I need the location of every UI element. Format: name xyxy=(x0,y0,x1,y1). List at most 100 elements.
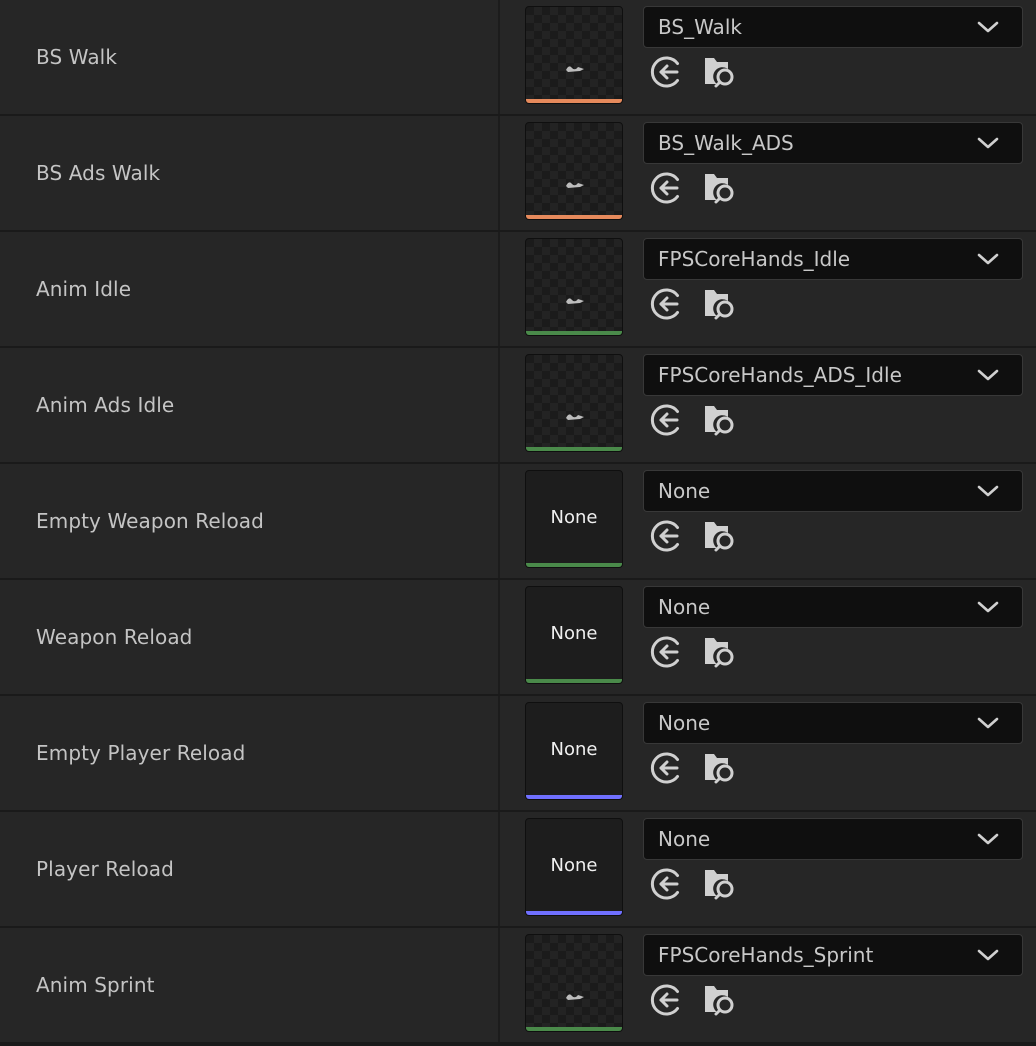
asset-picker-combo[interactable]: None xyxy=(643,818,1023,860)
folder-search-icon xyxy=(705,522,734,552)
asset-thumbnail[interactable] xyxy=(525,122,623,220)
use-selected-asset-button[interactable] xyxy=(648,748,686,788)
property-row: BS Walk BS_Walk xyxy=(0,0,1036,114)
browse-to-asset-button[interactable] xyxy=(700,52,738,92)
property-name-cell: Anim Ads Idle xyxy=(0,348,498,462)
asset-thumbnail[interactable]: None xyxy=(525,702,623,800)
column-splitter[interactable] xyxy=(498,812,500,926)
asset-thumbnail[interactable]: None xyxy=(525,586,623,684)
property-row: Weapon Reload None None xyxy=(0,580,1036,694)
column-splitter[interactable] xyxy=(498,928,500,1042)
column-splitter[interactable] xyxy=(498,580,500,694)
property-label: Empty Player Reload xyxy=(36,741,246,765)
asset-thumbnail[interactable] xyxy=(525,354,623,452)
property-label: Empty Weapon Reload xyxy=(36,509,264,533)
property-row: Anim Idle FPSCoreHands_Idle xyxy=(0,232,1036,346)
column-splitter[interactable] xyxy=(498,232,500,346)
asset-thumbnail[interactable] xyxy=(525,6,623,104)
arrow-left-circle-icon xyxy=(650,984,679,1016)
asset-thumbnail[interactable]: None xyxy=(525,818,623,916)
chevron-down-icon xyxy=(977,717,999,729)
asset-picker-combo[interactable]: BS_Walk_ADS xyxy=(643,122,1023,164)
browse-to-asset-button[interactable] xyxy=(700,864,738,904)
asset-picker-combo[interactable]: None xyxy=(643,586,1023,628)
chevron-down-icon xyxy=(977,137,999,149)
asset-picker-value: None xyxy=(658,479,711,503)
arrow-left-circle-icon xyxy=(650,56,679,88)
arrow-left-circle-icon xyxy=(650,404,679,436)
folder-search-icon xyxy=(705,58,734,88)
browse-to-asset-button[interactable] xyxy=(700,632,738,672)
folder-search-icon xyxy=(705,870,734,900)
arrow-left-circle-icon xyxy=(650,636,679,668)
property-name-cell: BS Ads Walk xyxy=(0,116,498,230)
asset-type-color-bar xyxy=(526,911,622,915)
property-label: Player Reload xyxy=(36,857,174,881)
asset-type-color-bar xyxy=(526,795,622,799)
use-selected-asset-button[interactable] xyxy=(648,284,686,324)
property-row: Empty Weapon Reload None None xyxy=(0,464,1036,578)
use-selected-asset-button[interactable] xyxy=(648,864,686,904)
details-panel: BS Walk BS_Walk BS Ads Walk BS_Walk_ADS … xyxy=(0,0,1036,1046)
chevron-down-icon xyxy=(977,253,999,265)
asset-type-color-bar xyxy=(526,99,622,103)
use-selected-asset-button[interactable] xyxy=(648,632,686,672)
property-name-cell: Empty Player Reload xyxy=(0,696,498,810)
arrow-left-circle-icon xyxy=(650,868,679,900)
asset-picker-combo[interactable]: None xyxy=(643,702,1023,744)
column-splitter[interactable] xyxy=(498,696,500,810)
asset-picker-combo[interactable]: FPSCoreHands_ADS_Idle xyxy=(643,354,1023,396)
asset-picker-combo[interactable]: FPSCoreHands_Sprint xyxy=(643,934,1023,976)
property-name-cell: BS Walk xyxy=(0,0,498,114)
use-selected-asset-button[interactable] xyxy=(648,980,686,1020)
thumbnail-none-label: None xyxy=(550,855,598,876)
asset-thumbnail[interactable] xyxy=(525,238,623,336)
browse-to-asset-button[interactable] xyxy=(700,516,738,556)
column-splitter[interactable] xyxy=(498,464,500,578)
property-row: Anim Sprint FPSCoreHands_Sprint xyxy=(0,928,1036,1042)
column-splitter[interactable] xyxy=(498,0,500,114)
browse-to-asset-button[interactable] xyxy=(700,748,738,788)
asset-thumbnail[interactable] xyxy=(525,934,623,1032)
property-label: Weapon Reload xyxy=(36,625,193,649)
asset-thumbnail[interactable]: None xyxy=(525,470,623,568)
folder-search-icon xyxy=(705,986,734,1016)
property-label: Anim Sprint xyxy=(36,973,155,997)
asset-picker-combo[interactable]: None xyxy=(643,470,1023,512)
browse-to-asset-button[interactable] xyxy=(700,400,738,440)
column-splitter[interactable] xyxy=(498,348,500,462)
asset-type-color-bar xyxy=(526,331,622,335)
thumbnail-none-label: None xyxy=(550,623,598,644)
browse-to-asset-button[interactable] xyxy=(700,284,738,324)
use-selected-asset-button[interactable] xyxy=(648,516,686,556)
folder-search-icon xyxy=(705,174,734,204)
property-name-cell: Weapon Reload xyxy=(0,580,498,694)
asset-picker-value: FPSCoreHands_ADS_Idle xyxy=(658,363,902,387)
property-label: BS Walk xyxy=(36,45,118,69)
use-selected-asset-button[interactable] xyxy=(648,168,686,208)
asset-type-color-bar xyxy=(526,563,622,567)
browse-to-asset-button[interactable] xyxy=(700,168,738,208)
property-row: Anim Ads Idle FPSCoreHands_ADS_Idle xyxy=(0,348,1036,462)
asset-picker-value: None xyxy=(658,711,711,735)
use-selected-asset-button[interactable] xyxy=(648,400,686,440)
asset-picker-value: FPSCoreHands_Sprint xyxy=(658,943,874,967)
folder-search-icon xyxy=(705,290,734,320)
thumbnail-none-label: None xyxy=(550,507,598,528)
arrow-left-circle-icon xyxy=(650,752,679,784)
animation-asset-icon xyxy=(566,298,584,304)
property-row: Empty Player Reload None None xyxy=(0,696,1036,810)
folder-search-icon xyxy=(705,754,734,784)
use-selected-asset-button[interactable] xyxy=(648,52,686,92)
browse-to-asset-button[interactable] xyxy=(700,980,738,1020)
asset-picker-combo[interactable]: BS_Walk xyxy=(643,6,1023,48)
asset-picker-value: BS_Walk xyxy=(658,15,742,39)
animation-asset-icon xyxy=(566,66,584,72)
chevron-down-icon xyxy=(977,485,999,497)
property-label: BS Ads Walk xyxy=(36,161,161,185)
column-splitter[interactable] xyxy=(498,116,500,230)
asset-picker-combo[interactable]: FPSCoreHands_Idle xyxy=(643,238,1023,280)
property-label: Anim Idle xyxy=(36,277,132,301)
arrow-left-circle-icon xyxy=(650,288,679,320)
animation-asset-icon xyxy=(566,994,584,1000)
